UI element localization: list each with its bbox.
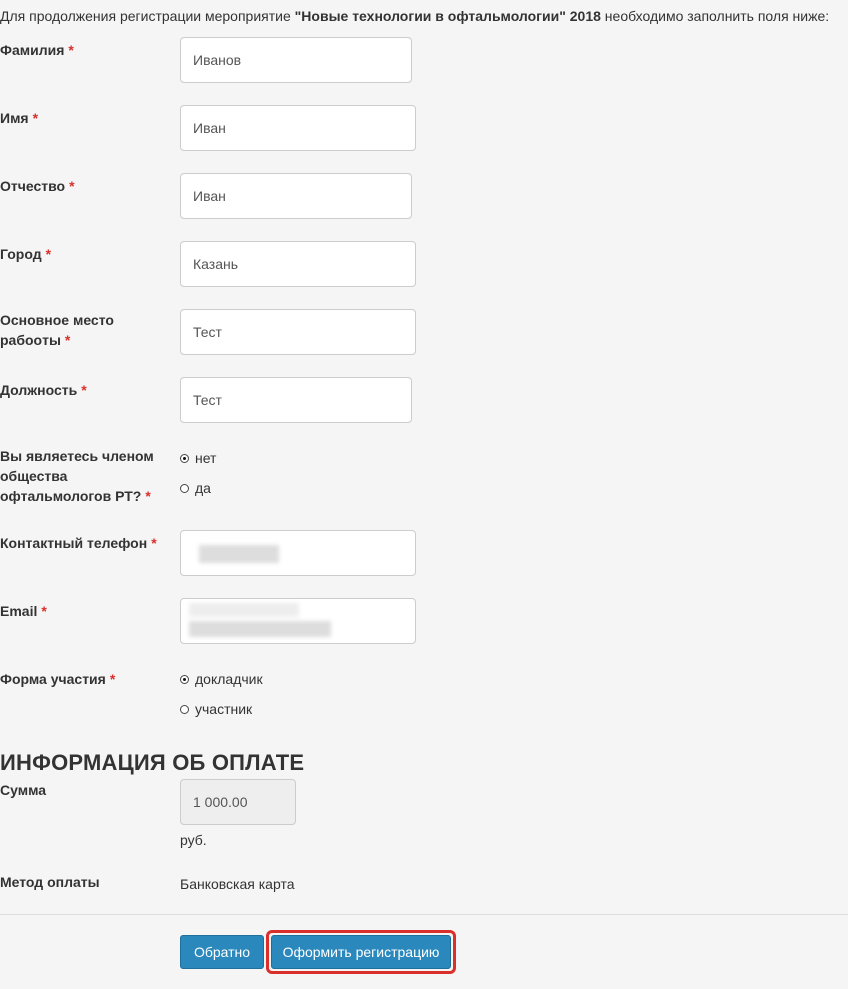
participation-label-text: Форма участия (0, 671, 106, 687)
intro-after: необходимо заполнить поля ниже: (600, 8, 830, 24)
intro-text: Для продолжения регистрации мероприятие … (0, 8, 829, 24)
required-mark: * (69, 178, 75, 194)
member-label-line3: офтальмологов РТ? (0, 488, 142, 504)
currency-label: руб. (180, 832, 207, 848)
redacted-email-top (189, 603, 299, 617)
first-name-label: Имя * (0, 108, 38, 128)
radio-checked-icon[interactable] (180, 674, 189, 684)
position-input[interactable] (180, 377, 412, 423)
payment-section-title: ИНФОРМАЦИЯ ОБ ОПЛАТЕ (0, 750, 305, 775)
member-option-no-label: нет (195, 450, 217, 466)
radio-checked-icon[interactable] (180, 453, 189, 463)
payment-method-label: Метод оплаты (0, 874, 100, 890)
workplace-label-line2: рабоoты (0, 332, 61, 348)
member-label-line1: Вы являетесь членом (0, 448, 154, 464)
required-mark: * (45, 246, 52, 262)
first-name-label-text: Имя (0, 110, 29, 126)
participation-option-participant[interactable]: участник (180, 701, 252, 717)
last-name-input[interactable] (180, 37, 412, 83)
workplace-input[interactable] (180, 309, 416, 355)
participation-label: Форма участия * (0, 669, 115, 689)
member-option-yes-label: да (195, 480, 211, 496)
required-mark: * (145, 488, 151, 504)
payment-method-value: Банковская карта (180, 876, 295, 892)
required-mark: * (32, 110, 39, 126)
city-label-text: Город (0, 246, 42, 262)
city-input[interactable] (180, 241, 416, 287)
required-mark: * (81, 382, 87, 398)
first-name-input[interactable] (180, 105, 416, 151)
submit-registration-button[interactable]: Оформить регистрацию (271, 935, 451, 969)
last-name-label: Фамилия * (0, 40, 74, 60)
member-option-no[interactable]: нет (180, 450, 216, 466)
patronymic-label: Отчество * (0, 176, 75, 196)
member-label: Вы являетесь членом общества офтальмолог… (0, 446, 154, 506)
workplace-label-line1: Основное место (0, 312, 114, 328)
back-button[interactable]: Обратно (180, 935, 264, 969)
position-label-text: Должность (0, 382, 78, 398)
radio-unchecked-icon[interactable] (180, 704, 189, 714)
email-label-text: Email (0, 603, 38, 619)
participation-option-speaker[interactable]: докладчик (180, 671, 263, 687)
position-label: Должность * (0, 380, 87, 400)
patronymic-input[interactable] (180, 173, 412, 219)
redacted-email (189, 621, 331, 637)
radio-unchecked-icon[interactable] (180, 483, 189, 493)
required-mark: * (64, 332, 71, 348)
required-mark: * (109, 671, 116, 687)
phone-label: Контактный телефон * (0, 533, 157, 553)
required-mark: * (41, 603, 47, 619)
required-mark: * (68, 42, 74, 58)
city-label: Город * (0, 244, 51, 264)
email-label: Email * (0, 601, 47, 621)
phone-input[interactable] (180, 530, 416, 576)
patronymic-label-text: Отчество (0, 178, 66, 194)
phone-label-text: Контактный телефон (0, 535, 148, 551)
participation-option-participant-label: участник (195, 701, 253, 717)
workplace-label: Основное место рабоoты * (0, 310, 114, 350)
required-mark: * (151, 535, 157, 551)
amount-label: Сумма (0, 782, 47, 798)
divider (0, 914, 848, 915)
member-option-yes[interactable]: да (180, 480, 211, 496)
intro-before: Для продолжения регистрации мероприятие (0, 8, 295, 24)
participation-option-speaker-label: докладчик (195, 671, 263, 687)
last-name-label-text: Фамилия (0, 42, 65, 58)
event-name: "Новые технологии в офтальмологии" 2018 (294, 8, 601, 24)
member-label-line2: общества (0, 468, 68, 484)
amount-input (180, 779, 296, 825)
email-input[interactable] (180, 598, 416, 644)
redacted-phone (199, 545, 279, 563)
